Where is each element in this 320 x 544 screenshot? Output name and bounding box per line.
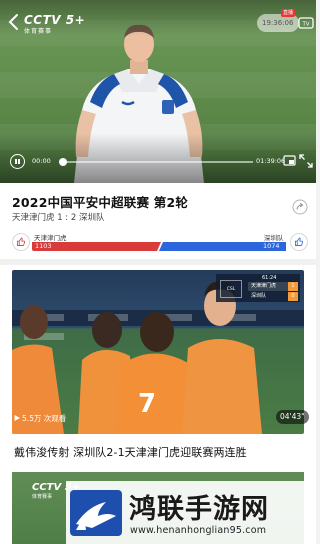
cctv-channel-logo: CCTV 5+ 体育赛事 — [24, 13, 85, 35]
video-card-title[interactable]: 戴伟浚传射 深圳队2-1天津津门虎迎联赛两连胜 — [14, 444, 247, 460]
match-title: 2022中国平安中超联赛 第2轮 — [12, 195, 189, 210]
like-home-button[interactable] — [12, 233, 30, 251]
away-team-label: 深圳队 — [264, 234, 284, 242]
home-vote-count: 1103 — [35, 242, 52, 250]
scorebug-home-row: 天津津门虎 1 — [248, 282, 298, 291]
scorebug-clock: 61:24 — [262, 275, 277, 281]
watermark-title: 鸿联手游网 — [129, 494, 269, 525]
picture-in-picture-icon[interactable] — [283, 154, 296, 168]
progress-handle[interactable] — [59, 158, 67, 166]
view-count: 5.5万 次观看 — [22, 414, 67, 423]
channel-name: CCTV 5+ — [24, 13, 86, 27]
watermark-url: www.henanhonglian95.com — [130, 525, 267, 536]
back-arrow-icon[interactable] — [7, 13, 21, 31]
live-tag: 直播 — [281, 9, 296, 17]
cast-tv-icon[interactable]: TV — [298, 16, 314, 30]
bird-logo-icon — [70, 490, 122, 536]
thumbs-up-icon — [17, 237, 26, 246]
pause-button[interactable] — [10, 154, 25, 169]
like-away-button[interactable] — [290, 233, 308, 251]
match-scorebug: CSL 61:24 天津津门虎 1 深圳队 0 — [216, 274, 300, 302]
site-watermark: 鸿联手游网 www.henanhonglian95.com — [66, 481, 316, 544]
live-clock-badge: 19:36:06 直播 — [257, 9, 299, 32]
player-controls: 00:00 01:39:06 — [0, 150, 316, 174]
svg-text:7: 7 — [138, 389, 156, 419]
fullscreen-icon[interactable] — [299, 154, 313, 168]
match-score: 天津津门虎 1 : 2 深圳队 — [12, 213, 105, 223]
live-clock: 19:36:06 — [262, 19, 294, 27]
channel-subtitle: 体育赛事 — [24, 28, 53, 35]
video-player[interactable]: CCTV 5+ 体育赛事 19:36:06 直播 TV 00:00 01:39:… — [0, 0, 316, 183]
video-duration: 04'43" — [276, 410, 309, 424]
scorebug-away-row: 深圳队 0 — [248, 292, 298, 301]
video-card-thumbnail[interactable]: 7 CSL 61:24 天津津门虎 1 深圳队 0 — [12, 270, 304, 434]
scorebug-home-score: 1 — [288, 282, 298, 291]
video-detail-page: CCTV 5+ 体育赛事 19:36:06 直播 TV 00:00 01:39:… — [0, 0, 316, 544]
current-time: 00:00 — [32, 157, 51, 165]
home-team-label: 天津津门虎 — [34, 234, 67, 242]
svg-text:TV: TV — [301, 22, 309, 28]
scorebug-away-team: 深圳队 — [251, 293, 267, 299]
thumbs-up-icon — [295, 237, 304, 246]
progress-bar[interactable] — [59, 158, 253, 166]
scorebug-home-team: 天津津门虎 — [251, 283, 277, 289]
share-icon[interactable] — [292, 199, 308, 215]
section-divider — [0, 259, 316, 265]
broadcast-logo: CSL — [220, 280, 242, 298]
away-vote-count: 1074 — [263, 242, 280, 250]
play-count-icon — [14, 415, 20, 421]
total-time: 01:39:06 — [256, 157, 286, 165]
support-vote-bar: 天津津门虎 1103 深圳队 1074 — [10, 231, 310, 253]
scorebug-away-score: 0 — [288, 292, 298, 301]
